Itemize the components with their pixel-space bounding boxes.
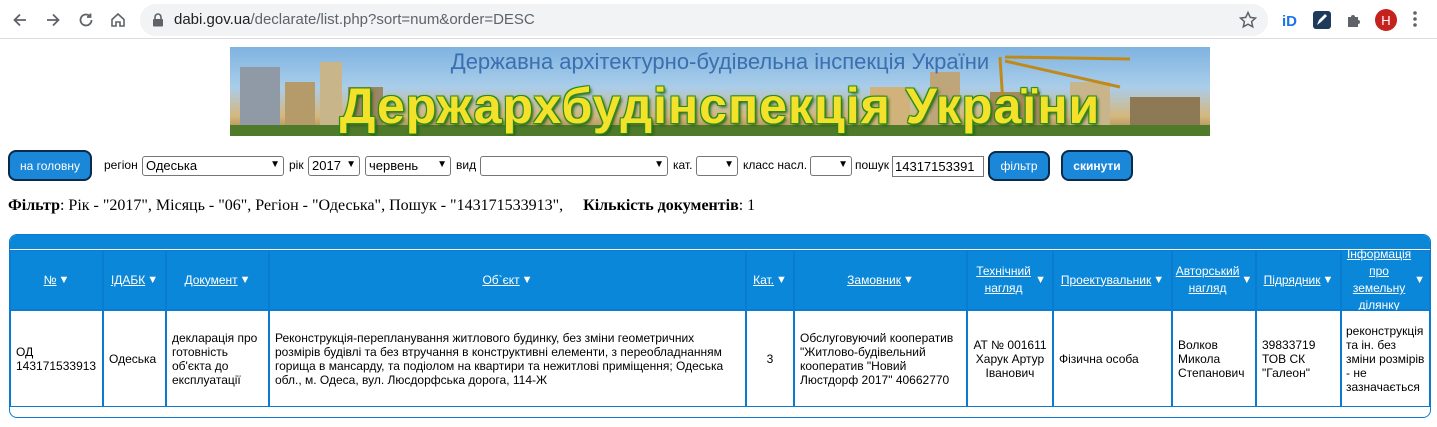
category-select[interactable]: ▼ — [696, 156, 738, 176]
sort-arrow-icon[interactable]: ▼ — [147, 274, 158, 286]
declarations-table: № ▼ ІДАБК ▼ Документ ▼ Об`єкт ▼ Кат. ▼ Замовн… — [9, 234, 1431, 418]
type-select[interactable]: ▼ — [480, 156, 668, 176]
year-value: 2017 — [312, 158, 341, 173]
header-customer-label[interactable]: Замовник — [847, 272, 901, 289]
filter-summary-label: Фільтр — [8, 197, 60, 214]
chevron-down-icon: ▼ — [437, 159, 447, 170]
header-idabk-label[interactable]: ІДАБК — [111, 272, 145, 289]
category-label: кат. — [673, 158, 693, 172]
sort-arrow-icon[interactable]: ▼ — [1035, 274, 1046, 286]
month-value: червень — [369, 158, 419, 173]
banner-title: Держархбудінспекція України — [339, 78, 1101, 134]
region-select[interactable]: Одеська ▼ — [142, 156, 284, 176]
header-category[interactable]: Кат. ▼ — [746, 250, 794, 310]
filter-summary: Фільтр: Рік - "2017", Місяць - "06", Рег… — [8, 197, 755, 215]
site-banner: Державна архітектурно-будівельна інспекц… — [230, 47, 1210, 136]
cell-document: декларація про готовність об'єкта до екс… — [166, 310, 269, 407]
header-contractor-label[interactable]: Підрядник — [1264, 272, 1321, 289]
region-value: Одеська — [146, 158, 198, 173]
cell-customer: Обслуговуючий кооператив "Житлово-будіве… — [794, 310, 967, 407]
cell-technical-supervision: АТ № 001611 Харук Артур Іванович — [967, 310, 1053, 407]
filter-button[interactable]: фільтр — [988, 151, 1050, 181]
chevron-down-icon: ▼ — [654, 159, 664, 170]
profile-initial: H — [1381, 12, 1391, 28]
document-count-label: Кількість документів — [583, 197, 739, 214]
chevron-down-icon: ▼ — [270, 159, 280, 170]
search-label: пошук — [855, 158, 890, 172]
class-select[interactable]: ▼ — [810, 156, 852, 176]
sort-arrow-icon[interactable]: ▼ — [1414, 274, 1425, 286]
header-customer[interactable]: Замовник ▼ — [794, 250, 967, 310]
sort-arrow-icon[interactable]: ▼ — [1241, 274, 1252, 286]
header-object[interactable]: Об`єкт ▼ — [269, 250, 746, 310]
star-icon[interactable] — [1238, 10, 1258, 35]
cell-number: ОД 143171533913 — [10, 310, 103, 407]
header-designer-label[interactable]: Проектувальник — [1061, 272, 1151, 289]
id-extension-icon[interactable]: iD — [1279, 9, 1301, 31]
header-designer[interactable]: Проектувальник ▼ — [1053, 250, 1172, 310]
sort-arrow-icon[interactable]: ▼ — [240, 274, 251, 286]
kebab-menu-icon[interactable] — [1412, 9, 1418, 34]
document-count-value: : 1 — [738, 197, 756, 214]
cell-designer: Фізична особа — [1053, 310, 1172, 407]
year-label: рік — [289, 158, 304, 172]
search-input[interactable]: 14317153391 — [892, 156, 984, 177]
chevron-down-icon: ▼ — [346, 159, 356, 170]
chevron-down-icon: ▼ — [838, 159, 848, 170]
header-document-label[interactable]: Документ — [184, 272, 237, 289]
sort-arrow-icon[interactable]: ▼ — [1153, 274, 1164, 286]
puzzle-icon[interactable] — [1343, 9, 1365, 31]
home-button[interactable]: на головну — [8, 150, 92, 181]
pen-extension-icon[interactable] — [1311, 9, 1333, 31]
reset-button[interactable]: скинути — [1061, 150, 1133, 181]
cell-category: 3 — [746, 310, 794, 407]
browser-toolbar: dabi.gov.ua/declarate/list.php?sort=num&… — [0, 0, 1437, 39]
sort-arrow-icon[interactable]: ▼ — [776, 274, 787, 286]
forward-arrow-icon[interactable] — [41, 8, 65, 32]
header-idabk[interactable]: ІДАБК ▼ — [103, 250, 166, 310]
year-select[interactable]: 2017 ▼ — [308, 156, 360, 176]
home-icon[interactable] — [106, 8, 130, 32]
cell-author-supervision: Волков Микола Степанович — [1172, 310, 1256, 407]
profile-avatar[interactable]: H — [1375, 9, 1397, 31]
cell-idabk: Одеська — [103, 310, 166, 407]
header-object-label[interactable]: Об`єкт — [482, 272, 519, 289]
lock-icon[interactable] — [152, 13, 164, 32]
header-author-supervision[interactable]: Авторський нагляд ▼ — [1172, 250, 1256, 310]
table-top-bar — [10, 235, 1430, 249]
header-land-info[interactable]: Інформація про земельну ділянку ▼ — [1341, 247, 1430, 312]
sort-arrow-icon[interactable]: ▼ — [58, 274, 69, 286]
back-arrow-icon[interactable] — [8, 8, 32, 32]
sort-arrow-icon[interactable]: ▼ — [1323, 274, 1334, 286]
type-label: вид — [456, 158, 477, 172]
chevron-down-icon: ▼ — [724, 159, 734, 170]
region-label: регіон — [104, 158, 138, 172]
header-technical-supervision-label[interactable]: Технічний нагляд — [974, 263, 1033, 297]
sort-arrow-icon[interactable]: ▼ — [903, 274, 914, 286]
header-category-label[interactable]: Кат. — [753, 272, 774, 289]
cell-land-info: реконструкція та ін. без зміни розмірів … — [1341, 310, 1430, 407]
class-label: класс насл. — [743, 158, 808, 172]
svg-text:iD: iD — [1282, 13, 1297, 30]
filter-summary-text: : Рік - "2017", Місяць - "06", Регіон - … — [59, 197, 564, 214]
header-author-supervision-label[interactable]: Авторський нагляд — [1176, 263, 1240, 297]
header-number-label[interactable]: № — [44, 272, 57, 289]
url-text: dabi.gov.ua/declarate/list.php?sort=num&… — [174, 11, 535, 28]
header-contractor[interactable]: Підрядник ▼ — [1256, 250, 1341, 310]
header-technical-supervision[interactable]: Технічний нагляд ▼ — [967, 250, 1053, 310]
reload-icon[interactable] — [74, 8, 98, 32]
header-number[interactable]: № ▼ — [10, 250, 103, 310]
header-land-info-label[interactable]: Інформація про земельну ділянку — [1346, 246, 1412, 314]
banner-subtitle: Державна архітектурно-будівельна інспекц… — [450, 49, 990, 74]
cell-contractor: 39833719 ТОВ СК "Галеон" — [1256, 310, 1341, 407]
header-document[interactable]: Документ ▼ — [166, 250, 269, 310]
sort-arrow-icon[interactable]: ▼ — [522, 274, 533, 286]
month-select[interactable]: червень ▼ — [365, 156, 451, 176]
address-bar[interactable]: dabi.gov.ua/declarate/list.php?sort=num&… — [140, 4, 1268, 36]
cell-object: Реконструкція-перепланування житлового б… — [269, 310, 746, 407]
